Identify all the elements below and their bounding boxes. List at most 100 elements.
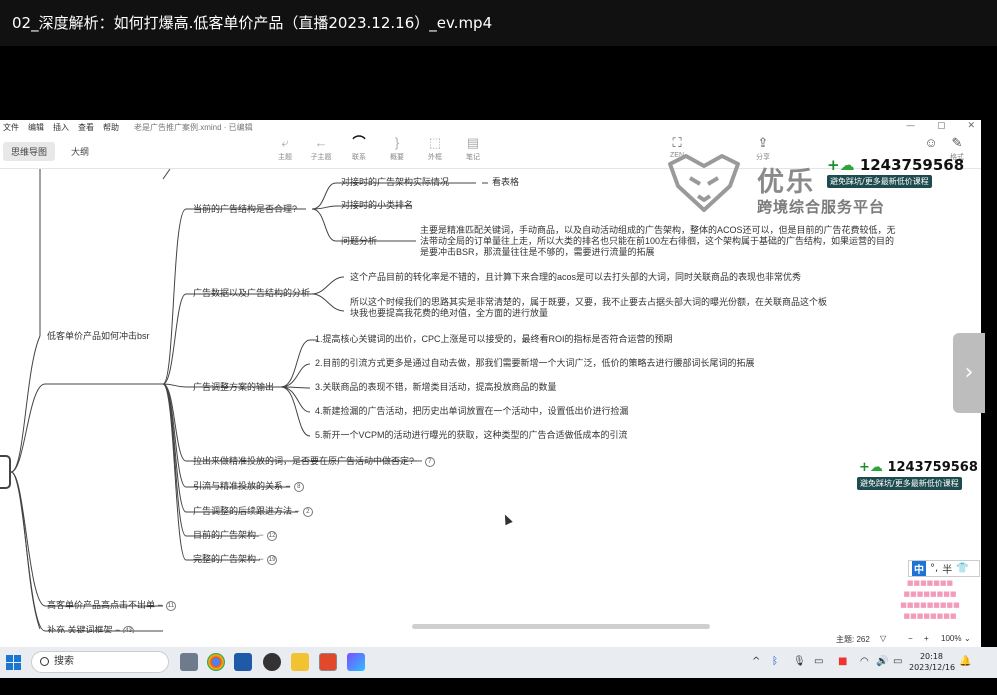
topic-high-price-no-orders[interactable]: 高客单价产品高点击不出单 −11 [47, 600, 177, 611]
collapsed-count-badge[interactable]: 19 [266, 554, 278, 565]
bluetooth-icon[interactable]: ᛒ [772, 656, 778, 667]
collapsed-count-badge[interactable]: 12 [266, 530, 278, 541]
fullscreen-icon: ⛶ [672, 135, 682, 150]
collapsed-count-badge[interactable]: 7 [424, 456, 435, 467]
search-icon [40, 657, 49, 666]
pink-stamp-watermark: ■■■■■■■ ■■■■■■■■ ■■■■■■■■■ ■■■■■■■■ [900, 579, 960, 620]
obs-icon[interactable] [263, 653, 281, 671]
mindmap-canvas[interactable]: 低客单价产品如何冲击bsr 当前的广告结构是否合理? 对接时的广告架构实际情况 … [0, 169, 981, 633]
system-clock[interactable]: 20:18 2023/12/16 [909, 651, 955, 673]
share-button[interactable]: ⇪ 分享 [743, 134, 783, 162]
collapsed-count-badge[interactable]: 8 [293, 481, 304, 492]
restore-button[interactable]: ▢ [937, 121, 946, 131]
microphone-icon[interactable]: 🎙 [793, 656, 806, 667]
topic-problem-analysis[interactable]: 问题分析 [341, 236, 377, 247]
next-slide-button[interactable]: › [953, 333, 985, 413]
topic-strategy-text[interactable]: 所以这个时候我们的思路其实是非常清楚的，属于既要，又要，我不止要去占据头部大词的… [350, 297, 830, 319]
volume-icon[interactable]: 🔊 [876, 656, 888, 667]
topic-actual-structure[interactable]: 对接时的广告架构实际情况 [341, 177, 449, 188]
menu-edit[interactable]: 编辑 [28, 122, 44, 133]
ime-punct[interactable]: °, [930, 563, 938, 574]
app-icon[interactable] [347, 653, 365, 671]
topic-negative-keywords[interactable]: 拉出来做精准投放的词，是否要在原广告活动中做否定? −7 [193, 456, 435, 467]
battery-icon[interactable]: ▭ [893, 656, 902, 667]
topic-ad-structure[interactable]: 当前的广告结构是否合理? [193, 204, 297, 215]
topic-traffic-precision[interactable]: 引流与精准投放的关系 −8 [193, 481, 304, 492]
topic-icon: ⤶ [281, 135, 289, 150]
ime-skin-icon[interactable]: 👕 [956, 563, 968, 574]
topic-plan-3[interactable]: 3.关联商品的表现不错，新增类目活动，提高投放商品的数量 [315, 382, 557, 393]
promo-banner-2: 避免踩坑/更多最新低价课程 [857, 477, 962, 490]
wechat-icon: ☁ [869, 460, 883, 475]
tray-overflow-icon[interactable]: ^ [752, 656, 760, 667]
topic-full-structure[interactable]: 完整的广告架构 −19 [193, 554, 278, 565]
windows-taskbar: 搜索 ^ ᛒ 🎙 ▭ ■ ◠ 🔊 ▭ 20:18 2023/12/16 🔔 [0, 647, 997, 678]
topic-subcategory-rank[interactable]: 对接时的小类排名 [341, 200, 413, 211]
subtopic-button[interactable]: ← 子主题 [301, 134, 341, 162]
screen: { "video": { "title": "02_深度解析：如何打爆高.低客单… [0, 0, 997, 695]
topic-plan-4[interactable]: 4.新建捡漏的广告活动，把历史出单词放置在一个活动中，设置低出价进行捡漏 [315, 406, 629, 417]
horizontal-scrollbar[interactable] [412, 624, 710, 629]
close-button[interactable]: ✕ [967, 121, 975, 131]
topic-plan-1[interactable]: 1.提高核心关键词的出价，CPC上涨是可以接受的，最终看ROI的指标是否符合运营… [315, 334, 673, 345]
menu-bar: 文件 编辑 插入 查看 帮助 老是广告推广案例.xmind · 已编辑 [0, 120, 981, 134]
contact-number-2: +☁ 1243759568 [859, 460, 978, 475]
relation-icon: ⌒ [352, 135, 366, 150]
chevron-down-icon[interactable]: ⌄ [964, 634, 971, 643]
wechat-icon: ☁ [839, 156, 855, 174]
start-button[interactable] [6, 655, 21, 670]
ime-language[interactable]: 中 [912, 561, 926, 576]
zoom-in-button[interactable]: + [924, 634, 929, 643]
app-tray-icon[interactable]: ■ [838, 656, 847, 667]
topic-followup-method[interactable]: 广告调整的后续跟进方法 −2 [193, 506, 313, 517]
ime-toolbar[interactable]: 中 °, 半 👕 [908, 560, 980, 577]
document-name: 老是广告推广案例.xmind · 已编辑 [134, 122, 253, 132]
notification-bell-icon[interactable]: 🔔 [959, 656, 971, 667]
note-button[interactable]: ▤ 笔记 [453, 134, 493, 162]
xmind-icon[interactable] [319, 653, 337, 671]
zoom-out-button[interactable]: − [908, 634, 913, 643]
menu-view[interactable]: 查看 [78, 122, 94, 133]
topic-conversion-text[interactable]: 这个产品目前的转化率是不错的，且计算下来合理的acos是可以去打头部的大词，同时… [350, 272, 830, 283]
chrome-icon[interactable] [207, 653, 225, 671]
subtopic-icon: ← [314, 135, 328, 150]
topic-adjust-plan[interactable]: 广告调整方案的输出 [193, 382, 274, 393]
taskbar-search[interactable]: 搜索 [31, 651, 169, 673]
status-bar: 主题: 262 ▽ − + 100% ⌄ [0, 632, 981, 647]
topic-button[interactable]: ⤶ 主题 [265, 134, 305, 162]
topic-current-structure[interactable]: 目前的广告架构 −12 [193, 530, 278, 541]
summary-icon: } [394, 135, 400, 150]
relation-button[interactable]: ⌒ 联系 [339, 134, 379, 162]
root-topic-box[interactable] [0, 455, 11, 489]
menu-insert[interactable]: 插入 [53, 122, 69, 133]
topic-plan-2[interactable]: 2.目前的引流方式更多是通过自动去做，那我们需要新增一个大词广泛，低价的策略去进… [315, 358, 755, 369]
topic-ad-data-analysis[interactable]: 广告数据以及广告结构的分析 [193, 288, 310, 299]
zoom-level[interactable]: 100% [941, 634, 961, 643]
brush-icon: ✎ [951, 135, 963, 150]
topic-analysis-text[interactable]: 主要是精准匹配关键词，手动商品，以及自动活动组成的广告架构，整体的ACOS还可以… [420, 225, 900, 258]
wifi-icon[interactable]: ◠ [860, 656, 869, 667]
topic-plan-5[interactable]: 5.新开一个VCPM的活动进行曝光的获取，这种类型的广告合适做低成本的引流 [315, 430, 628, 441]
display-icon[interactable]: ▭ [814, 656, 823, 667]
contact-number: +☁ 1243759568 [827, 156, 965, 174]
window-controls: — ▢ ✕ [906, 121, 975, 131]
promo-banner: 避免踩坑/更多最新低价课程 [827, 175, 932, 188]
share-icon: ⇪ [757, 135, 769, 150]
collapsed-count-badge[interactable]: 11 [165, 600, 177, 611]
file-explorer-icon[interactable] [291, 653, 309, 671]
ime-halfwidth[interactable]: 半 [942, 561, 952, 576]
lion-logo-watermark [668, 154, 740, 212]
menu-file[interactable]: 文件 [3, 122, 19, 133]
filter-icon[interactable]: ▽ [880, 634, 886, 643]
topic-low-price-bsr[interactable]: 低客单价产品如何冲击bsr [47, 331, 150, 342]
monitor-icon[interactable] [234, 653, 252, 671]
summary-button[interactable]: } 概要 [377, 134, 417, 162]
topic-see-table[interactable]: 看表格 [492, 177, 519, 188]
menu-help[interactable]: 帮助 [103, 122, 119, 133]
task-view-icon[interactable] [180, 653, 198, 671]
topic-count: 主题: 262 [836, 635, 870, 644]
boundary-button[interactable]: ⬚ 外框 [415, 134, 455, 162]
chevron-right-icon: › [964, 360, 974, 385]
minimize-button[interactable]: — [906, 121, 915, 131]
collapsed-count-badge[interactable]: 2 [302, 506, 313, 517]
